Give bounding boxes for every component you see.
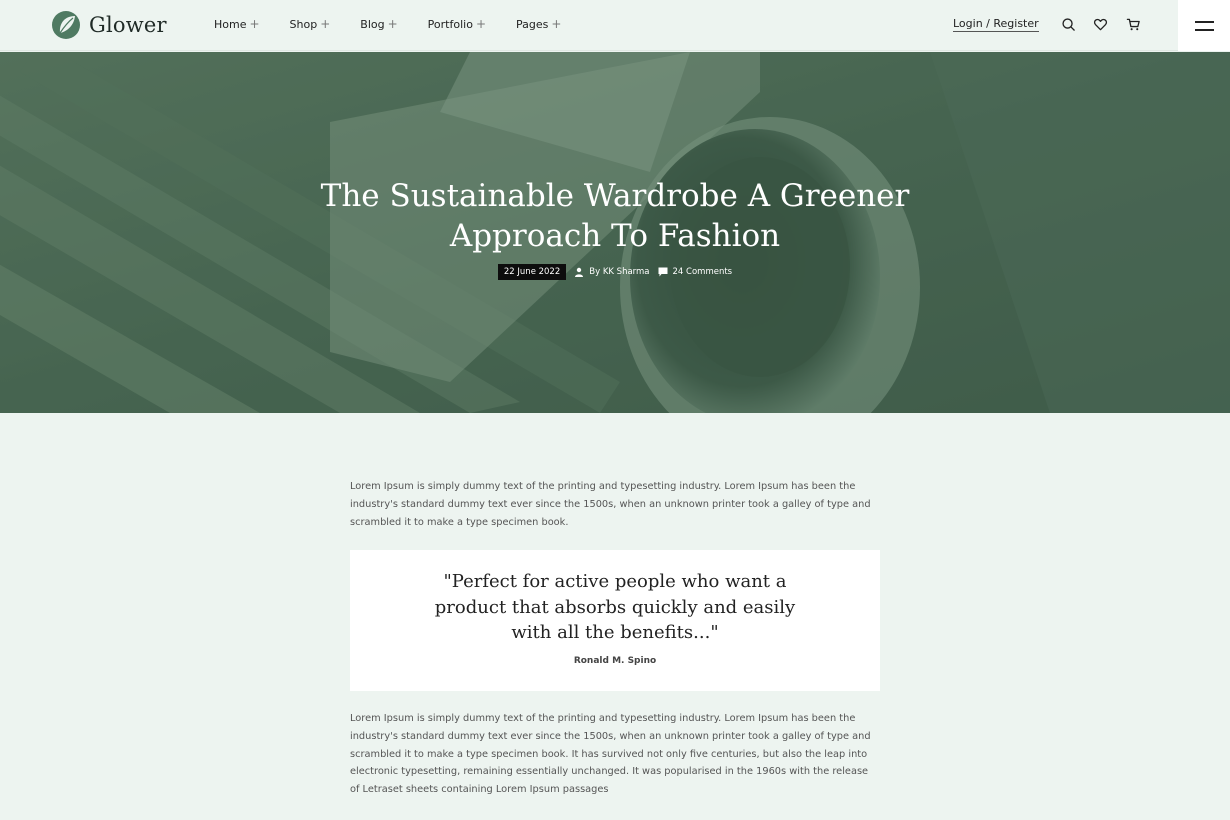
nav-item-shop[interactable]: Shop +: [290, 17, 331, 31]
plus-icon: +: [387, 17, 398, 31]
nav-item-label: Shop: [289, 17, 318, 31]
post-comments-label: 24 Comments: [672, 267, 733, 277]
article-paragraph: Lorem Ipsum is simply dummy text of the …: [350, 481, 871, 528]
post-title: The Sustainable Wardrobe A Greener Appro…: [320, 178, 910, 254]
brand-logo[interactable]: Glower: [51, 10, 167, 40]
search-icon[interactable]: [1061, 17, 1076, 32]
comment-icon: [658, 267, 668, 277]
plus-icon: +: [249, 17, 260, 31]
nav-item-portfolio[interactable]: Portfolio +: [428, 17, 486, 31]
nav-item-label: Pages: [516, 17, 549, 31]
quote-author: Ronald M. Spino: [573, 656, 657, 666]
user-icon: [575, 267, 584, 277]
nav-item-blog[interactable]: Blog +: [360, 17, 397, 31]
blockquote: "Perfect for active people who want a pr…: [350, 550, 880, 691]
hero-banner: The Sustainable Wardrobe A Greener Appro…: [0, 52, 1230, 413]
post-date-badge: 22 June 2022: [497, 264, 567, 280]
nav-item-pages[interactable]: Pages +: [516, 17, 561, 31]
hamburger-menu-icon: [1195, 21, 1214, 23]
nav-item-home[interactable]: Home +: [214, 17, 260, 31]
post-author[interactable]: By KK Sharma: [574, 267, 650, 277]
heart-icon[interactable]: [1093, 17, 1108, 32]
cart-icon[interactable]: [1126, 17, 1141, 32]
article-paragraph: Lorem Ipsum is simply dummy text of the …: [350, 713, 871, 796]
nav-item-label: Portfolio: [427, 17, 473, 31]
nav-item-label: Blog: [360, 17, 385, 31]
plus-icon: +: [475, 17, 486, 31]
plus-icon: +: [320, 17, 331, 31]
post-author-label: By KK Sharma: [589, 267, 650, 277]
plus-icon: +: [551, 17, 562, 31]
post-meta: 22 June 2022 By KK Sharma 24 Comments: [0, 264, 1230, 280]
nav-item-label: Home: [214, 17, 247, 31]
brand-name: Glower: [89, 13, 167, 37]
main-nav: Home + Shop + Blog + Portfolio + Pages +: [214, 17, 561, 31]
hamburger-menu-icon: [1195, 29, 1214, 31]
site-header: Glower Home + Shop + Blog + Portfolio + …: [0, 0, 1230, 51]
leaf-logo-icon: [52, 11, 80, 39]
post-comments[interactable]: 24 Comments: [658, 267, 733, 277]
quote-text: "Perfect for active people who want a pr…: [434, 571, 796, 643]
hamburger-menu-button[interactable]: [1178, 0, 1230, 51]
login-register-link[interactable]: Login / Register: [953, 17, 1039, 32]
